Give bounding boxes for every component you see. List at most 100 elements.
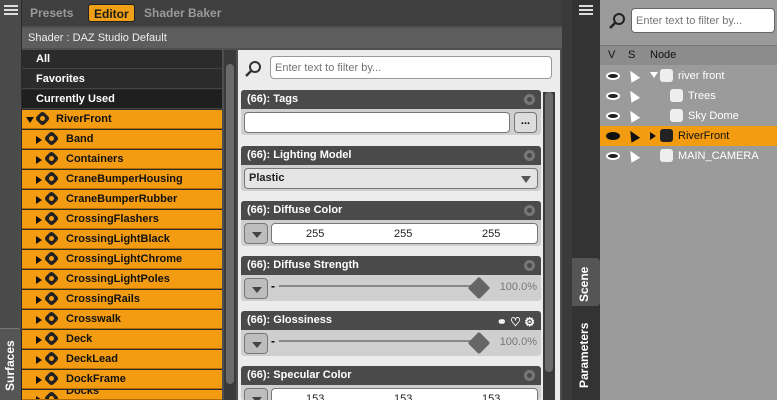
tree-category-favorites[interactable]: Favorites bbox=[22, 70, 222, 89]
collapse-arrow-icon[interactable] bbox=[650, 72, 658, 78]
minus-icon: - bbox=[271, 334, 275, 348]
scene-node[interactable]: river front bbox=[600, 66, 777, 86]
tree-item[interactable]: CraneBumperHousing bbox=[22, 170, 222, 189]
expand-arrow-icon[interactable] bbox=[36, 396, 42, 399]
expand-arrow-icon[interactable] bbox=[36, 336, 42, 344]
cursor-icon[interactable] bbox=[625, 108, 641, 123]
expand-arrow-icon[interactable] bbox=[36, 276, 42, 284]
expand-arrow-icon[interactable] bbox=[36, 356, 42, 364]
slider-handle[interactable] bbox=[467, 331, 491, 355]
tree-item-label: Deck bbox=[66, 333, 93, 345]
property-filter-input[interactable] bbox=[270, 56, 552, 79]
eye-icon[interactable] bbox=[606, 72, 620, 80]
tree-item[interactable]: CrossingLightPoles bbox=[22, 270, 222, 289]
tree-item[interactable]: Band bbox=[22, 130, 222, 149]
slider-value: 100.0% bbox=[499, 336, 537, 348]
gear-icon[interactable] bbox=[524, 370, 535, 381]
gear-icon[interactable] bbox=[524, 150, 535, 161]
link-icon[interactable]: ⚭ bbox=[497, 315, 507, 329]
scene-tab[interactable]: Scene bbox=[572, 258, 600, 306]
tree-item[interactable]: CrossingLightChrome bbox=[22, 250, 222, 269]
tree-item[interactable]: CrossingLightBlack bbox=[22, 230, 222, 249]
tree-category-currently-used[interactable]: Currently Used bbox=[22, 90, 222, 109]
eye-icon[interactable] bbox=[606, 152, 620, 160]
column-node[interactable]: Node bbox=[650, 49, 676, 61]
expand-arrow-icon[interactable] bbox=[36, 256, 42, 264]
slider-handle[interactable] bbox=[467, 276, 491, 300]
tree-scrollbar[interactable] bbox=[224, 50, 236, 400]
surface-tree: All Favorites Currently Used RiverFront … bbox=[22, 50, 222, 400]
tree-item[interactable]: Docks bbox=[22, 390, 222, 400]
pane-menu-icon[interactable] bbox=[579, 5, 593, 17]
expand-arrow-icon[interactable] bbox=[36, 136, 42, 144]
tree-item[interactable]: CrossingRails bbox=[22, 290, 222, 309]
slider-track[interactable] bbox=[279, 285, 479, 287]
pane-divider[interactable] bbox=[562, 0, 572, 400]
surfaces-pane: Presets Editor Shader Baker Shader : DAZ… bbox=[22, 0, 562, 400]
surfaces-tab[interactable]: Surfaces bbox=[0, 328, 22, 400]
gear-icon[interactable] bbox=[524, 94, 535, 105]
expand-arrow-icon[interactable] bbox=[36, 236, 42, 244]
expand-arrow-icon[interactable] bbox=[36, 376, 42, 384]
eye-icon[interactable] bbox=[606, 132, 620, 140]
expand-arrow-icon[interactable] bbox=[36, 316, 42, 324]
tree-root-item[interactable]: RiverFront bbox=[22, 110, 222, 129]
column-visible[interactable]: V bbox=[608, 49, 615, 61]
property-header: (66): Diffuse Color bbox=[241, 201, 541, 220]
tab-presets[interactable]: Presets bbox=[30, 4, 73, 22]
expand-button[interactable] bbox=[244, 388, 268, 400]
tree-item[interactable]: Crosswalk bbox=[22, 310, 222, 329]
pane-menu-icon[interactable] bbox=[4, 5, 18, 17]
expand-arrow-icon[interactable] bbox=[36, 196, 42, 204]
tab-editor[interactable]: Editor bbox=[88, 4, 135, 22]
eye-icon[interactable] bbox=[606, 92, 620, 100]
surfaces-tab-label: Surfaces bbox=[3, 340, 17, 391]
slider-track[interactable] bbox=[279, 340, 479, 342]
property-scrollbar[interactable] bbox=[543, 92, 555, 400]
lighting-model-select[interactable]: Plastic bbox=[244, 168, 538, 189]
favorite-heart-icon[interactable]: ♡ bbox=[510, 315, 521, 329]
gear-icon[interactable] bbox=[524, 205, 535, 216]
tree-item[interactable]: CraneBumperRubber bbox=[22, 190, 222, 209]
gear-icon[interactable] bbox=[524, 260, 535, 271]
expand-arrow-icon[interactable] bbox=[36, 296, 42, 304]
tree-item-label: DockFrame bbox=[66, 373, 126, 385]
collapse-arrow-icon[interactable] bbox=[26, 117, 34, 123]
scene-filter-input[interactable] bbox=[631, 8, 775, 33]
tree-scrollbar-thumb[interactable] bbox=[226, 64, 234, 384]
diffuse-color-field[interactable]: 255 255 255 bbox=[271, 223, 538, 244]
specular-color-field[interactable]: 153 153 153 bbox=[271, 388, 538, 400]
column-selectable[interactable]: S bbox=[628, 49, 635, 61]
expand-arrow-icon[interactable] bbox=[36, 216, 42, 224]
cursor-icon[interactable] bbox=[625, 88, 641, 103]
tree-item[interactable]: Containers bbox=[22, 150, 222, 169]
cursor-icon[interactable] bbox=[625, 148, 641, 163]
scene-node-selected[interactable]: RiverFront bbox=[600, 126, 777, 146]
tags-browse-button[interactable]: ... bbox=[514, 112, 537, 133]
expand-button[interactable] bbox=[244, 333, 268, 354]
property-scrollbar-thumb[interactable] bbox=[545, 92, 553, 372]
scene-node[interactable]: MAIN_CAMERA bbox=[600, 146, 777, 166]
scene-node[interactable]: Trees bbox=[600, 86, 777, 106]
scene-node[interactable]: Sky Dome bbox=[600, 106, 777, 126]
group-icon bbox=[660, 69, 673, 82]
tree-item[interactable]: DockFrame bbox=[22, 370, 222, 389]
lighting-model-value: Plastic bbox=[249, 172, 285, 184]
property-title: (66): Diffuse Strength bbox=[247, 259, 359, 271]
gear-icon[interactable]: ⚙ bbox=[524, 315, 535, 329]
tab-shader-baker[interactable]: Shader Baker bbox=[144, 4, 221, 22]
expand-button[interactable] bbox=[244, 223, 268, 244]
tags-input[interactable] bbox=[244, 112, 510, 133]
expand-arrow-icon[interactable] bbox=[650, 132, 656, 140]
tree-item[interactable]: DeckLead bbox=[22, 350, 222, 369]
property-title: (66): Tags bbox=[247, 93, 299, 105]
cursor-icon[interactable] bbox=[625, 128, 641, 143]
tree-item[interactable]: CrossingFlashers bbox=[22, 210, 222, 229]
cursor-icon[interactable] bbox=[625, 68, 641, 83]
expand-arrow-icon[interactable] bbox=[36, 176, 42, 184]
tree-category-all[interactable]: All bbox=[22, 50, 222, 69]
tree-item[interactable]: Deck bbox=[22, 330, 222, 349]
expand-arrow-icon[interactable] bbox=[36, 156, 42, 164]
eye-icon[interactable] bbox=[606, 112, 620, 120]
expand-button[interactable] bbox=[244, 278, 268, 299]
